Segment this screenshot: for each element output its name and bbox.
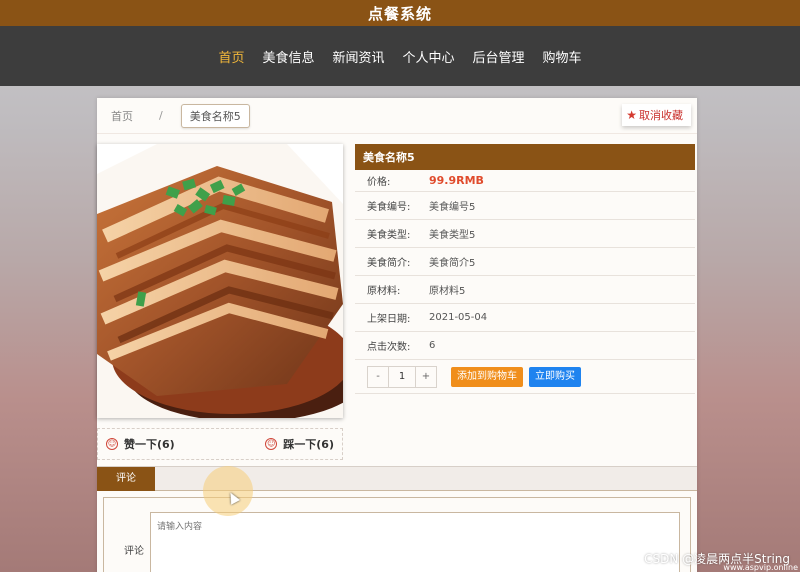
breadcrumb-current[interactable]: 美食名称5 xyxy=(180,103,250,128)
purchase-actions: - 1 + 添加到购物车 立即购买 xyxy=(355,360,695,394)
info-row-type: 美食类型: 美食类型5 xyxy=(355,220,695,248)
add-to-cart-button[interactable]: 添加到购物车 xyxy=(451,366,523,387)
nav-user-center[interactable]: 个人中心 xyxy=(403,47,455,66)
info-label: 上架日期: xyxy=(367,314,411,325)
info-value: 6 xyxy=(429,340,436,351)
quantity-stepper: - 1 + xyxy=(367,365,437,388)
info-label: 美食简介: xyxy=(367,258,411,269)
product-info: 美食名称5 价格: 99.9RMB 美食编号: 美食编号5 美食类型: 美食类型… xyxy=(355,144,695,394)
info-row-date: 上架日期: 2021-05-04 xyxy=(355,304,695,332)
product-detail-card: 首页 / 美食名称5 ★ 取消收藏 ☺ 赞一下(6) ☺ 踩一下(6) 美食名称… xyxy=(97,98,697,572)
info-label: 美食编号: xyxy=(367,202,411,213)
info-value: 美食简介5 xyxy=(429,258,476,269)
product-name: 美食名称5 xyxy=(355,144,695,170)
top-title-bar: 点餐系统 xyxy=(0,0,800,26)
click-highlight xyxy=(203,466,253,516)
info-label: 点击次数: xyxy=(367,342,411,353)
buy-now-button[interactable]: 立即购买 xyxy=(529,366,581,387)
nav-admin[interactable]: 后台管理 xyxy=(473,47,525,66)
info-label: 美食类型: xyxy=(367,230,411,241)
info-row-intro: 美食简介: 美食简介5 xyxy=(355,248,695,276)
price-label: 价格: xyxy=(367,177,391,188)
info-value: 美食类型5 xyxy=(429,230,476,241)
vote-bar: ☺ 赞一下(6) ☺ 踩一下(6) xyxy=(97,428,343,460)
info-value: 美食编号5 xyxy=(429,202,476,213)
smiley-icon: ☺ xyxy=(265,438,278,450)
dislike-label: 踩一下(6) xyxy=(283,438,334,451)
breadcrumb: 首页 / 美食名称5 xyxy=(97,98,697,134)
quantity-field[interactable]: 1 xyxy=(388,366,416,387)
info-value: 原材料5 xyxy=(429,286,466,297)
product-image xyxy=(97,144,343,418)
like-label: 赞一下(6) xyxy=(124,438,175,451)
info-row-clicks: 点击次数: 6 xyxy=(355,332,695,360)
nav-news[interactable]: 新闻资讯 xyxy=(332,47,384,66)
breadcrumb-separator: / xyxy=(159,109,163,122)
smiley-icon: ☺ xyxy=(106,438,118,450)
info-label: 原材料: xyxy=(367,286,401,297)
dislike-button[interactable]: ☺ 踩一下(6) xyxy=(265,436,334,452)
unfavorite-label: 取消收藏 xyxy=(639,109,683,122)
tab-comments[interactable]: 评论 xyxy=(97,467,155,491)
breadcrumb-home[interactable]: 首页 xyxy=(111,108,133,124)
comment-input[interactable] xyxy=(150,512,680,572)
price-row: 价格: 99.9RMB xyxy=(355,170,695,192)
unfavorite-button[interactable]: ★ 取消收藏 xyxy=(622,104,691,126)
increment-button[interactable]: + xyxy=(416,367,436,387)
star-icon: ★ xyxy=(626,108,637,122)
nav-food-info[interactable]: 美食信息 xyxy=(262,47,314,66)
main-nav: 首页 美食信息 新闻资讯 个人中心 后台管理 购物车 xyxy=(0,26,800,86)
info-value: 2021-05-04 xyxy=(429,312,488,323)
nav-cart[interactable]: 购物车 xyxy=(543,47,582,66)
app-title: 点餐系统 xyxy=(367,4,432,23)
like-button[interactable]: ☺ 赞一下(6) xyxy=(106,436,175,452)
braised-pork-dish-photo xyxy=(97,144,343,418)
comments-section: 评论 评论 xyxy=(97,466,697,572)
nav-home[interactable]: 首页 xyxy=(218,47,244,66)
decrement-button[interactable]: - xyxy=(368,367,388,387)
comments-tab-bar: 评论 xyxy=(97,467,697,491)
watermark-url: www.aspvip.online xyxy=(723,563,798,572)
info-row-id: 美食编号: 美食编号5 xyxy=(355,192,695,220)
price-value: 99.9RMB xyxy=(429,174,484,187)
comment-label: 评论 xyxy=(124,546,144,557)
comment-form: 评论 xyxy=(103,497,691,572)
info-row-ingredients: 原材料: 原材料5 xyxy=(355,276,695,304)
